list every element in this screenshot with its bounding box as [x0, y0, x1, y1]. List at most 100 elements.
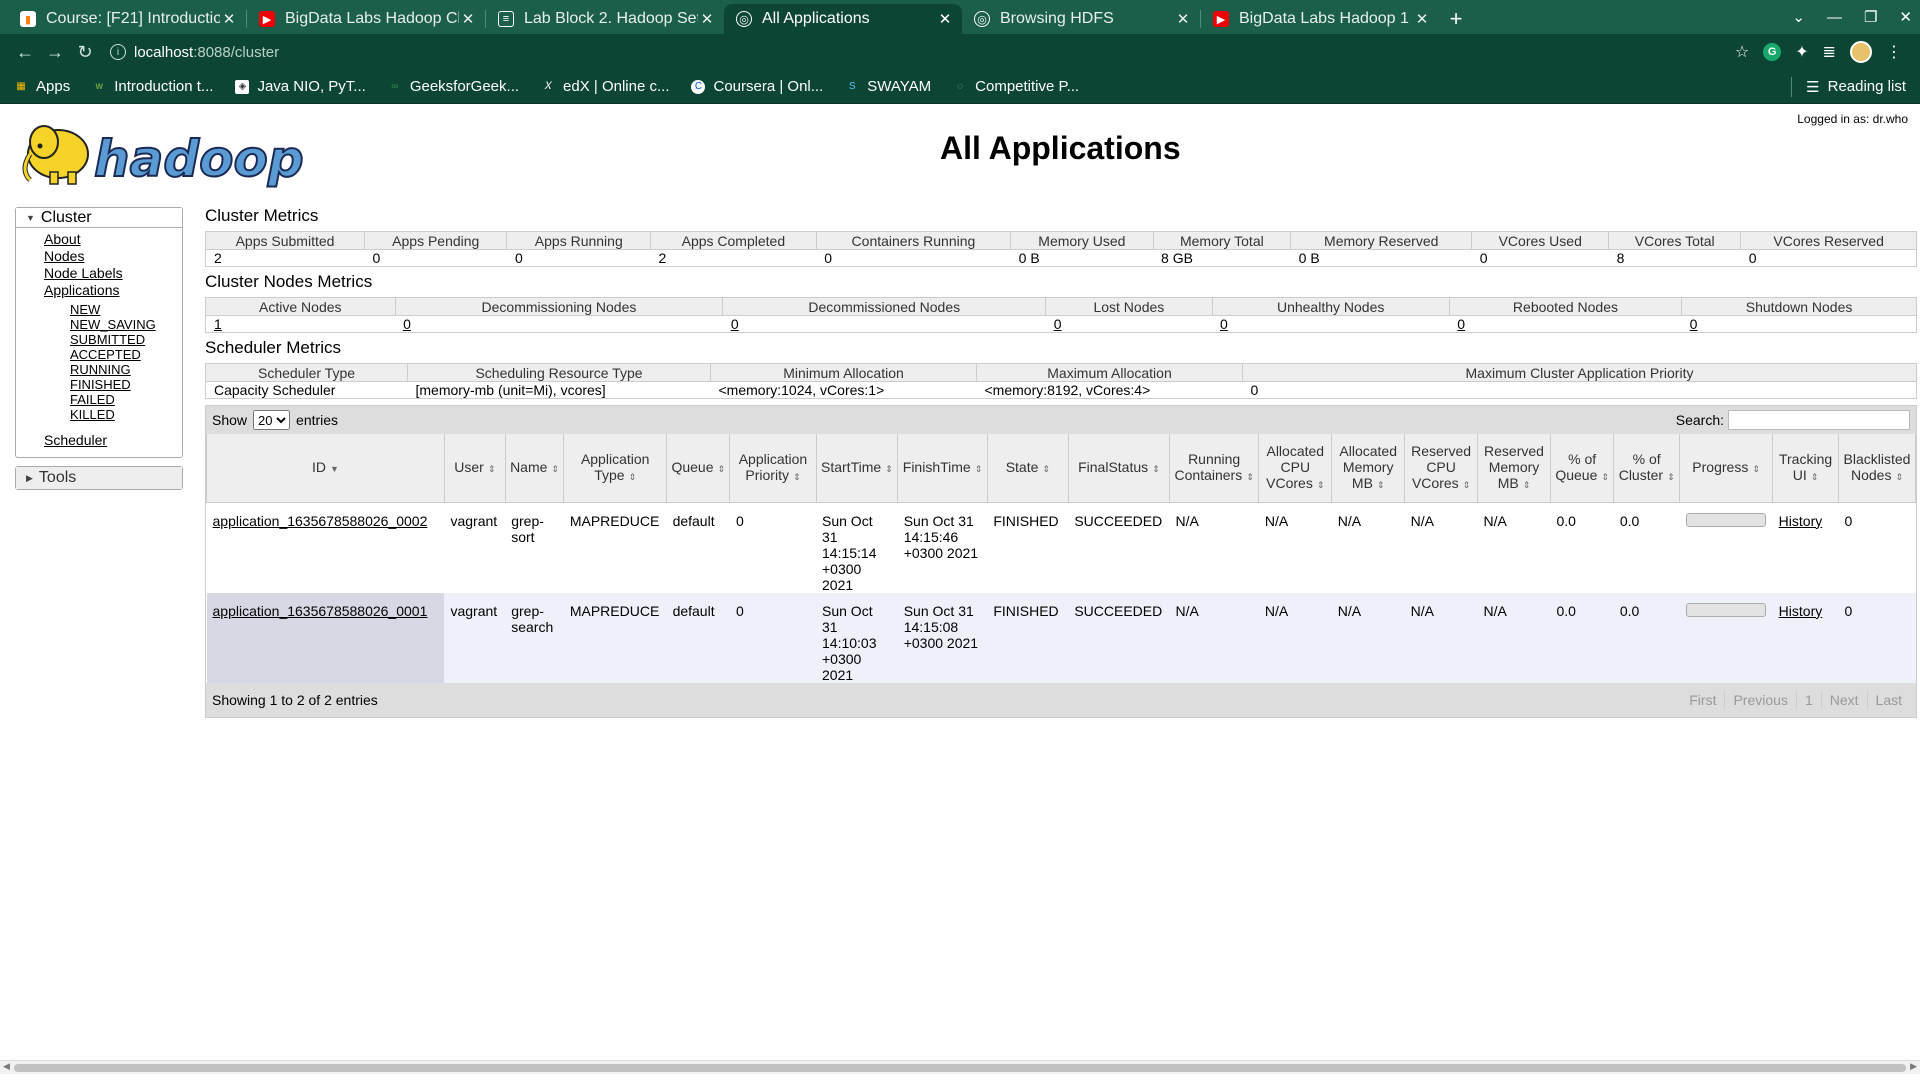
column-header[interactable]: Queue ⇕	[666, 434, 731, 503]
cell-running-containers: N/A	[1169, 592, 1259, 683]
cell-pct-cluster: 0.0	[1613, 592, 1680, 683]
column-header[interactable]: % of Queue ⇕	[1549, 434, 1615, 503]
browser-tab[interactable]: ▶ BigData Labs Hadoop Clu ✕	[247, 4, 485, 34]
pager-page-1[interactable]: 1	[1795, 691, 1821, 708]
metric-link[interactable]: 1	[214, 316, 222, 332]
nav-state-finished[interactable]: FINISHED	[70, 377, 182, 392]
nav-node-labels[interactable]: Node Labels	[44, 265, 182, 282]
scrollbar-thumb[interactable]	[14, 1064, 1906, 1072]
column-header[interactable]: Name ⇕	[504, 434, 565, 503]
column-header[interactable]: State ⇕	[986, 434, 1069, 503]
close-tab-icon[interactable]: ✕	[936, 10, 954, 28]
scroll-right-icon[interactable]: ▶	[1910, 1061, 1917, 1072]
grammarly-icon[interactable]: G	[1763, 43, 1782, 61]
browser-tab[interactable]: ▮ Course: [F21] Introductio ✕	[8, 4, 246, 34]
sort-icon: ⇕	[1810, 471, 1819, 482]
bookmark-apps[interactable]: ▦ Apps	[14, 78, 70, 95]
metric-header: Apps Submitted	[204, 231, 366, 250]
column-header[interactable]: ID ▼	[206, 434, 445, 503]
tab-search-icon[interactable]: ⌄	[1792, 8, 1805, 26]
metric-link[interactable]: 0	[403, 316, 411, 332]
bookmark-item[interactable]: 𝑋edX | Online c...	[541, 78, 669, 95]
browser-tab[interactable]: ▶BigData Labs Hadoop 1 - Y✕	[1201, 4, 1439, 34]
minimize-icon[interactable]: —	[1827, 9, 1842, 26]
browser-tab-active[interactable]: ◎ All Applications ✕	[724, 4, 962, 34]
column-header[interactable]: Allocated CPU VCores ⇕	[1258, 434, 1333, 503]
scroll-left-icon[interactable]: ◀	[3, 1061, 10, 1072]
reading-list-button[interactable]: ☰ Reading list	[1791, 76, 1906, 97]
metric-link[interactable]: 0	[1457, 316, 1465, 332]
search-input[interactable]	[1728, 410, 1910, 430]
application-id-link[interactable]: application_1635678588026_0001	[213, 603, 428, 619]
forward-icon[interactable]: →	[40, 42, 70, 63]
column-header[interactable]: Progress ⇕	[1679, 434, 1774, 503]
application-id-link[interactable]: application_1635678588026_0002	[213, 513, 428, 529]
browser-tab[interactable]: ≡ Lab Block 2. Hadoop Setti ✕	[486, 4, 724, 34]
column-header[interactable]: FinalStatus ⇕	[1067, 434, 1170, 503]
history-link[interactable]: History	[1779, 513, 1823, 529]
column-header[interactable]: StartTime ⇕	[815, 434, 899, 503]
pager-previous[interactable]: Previous	[1724, 691, 1795, 708]
metric-link[interactable]: 0	[1220, 316, 1228, 332]
nav-state-killed[interactable]: KILLED	[70, 407, 182, 422]
metric-link[interactable]: 0	[731, 316, 739, 332]
column-header[interactable]: Allocated Memory MB ⇕	[1331, 434, 1406, 503]
column-header[interactable]: Tracking UI ⇕	[1772, 434, 1839, 503]
close-tab-icon[interactable]: ✕	[698, 10, 716, 28]
close-window-icon[interactable]: ✕	[1899, 8, 1912, 26]
bookmark-item[interactable]: S SWAYAM	[845, 78, 931, 95]
browser-tab[interactable]: ◎ Browsing HDFS ✕	[962, 4, 1200, 34]
bookmark-item[interactable]: C Coursera | Onl...	[691, 78, 823, 95]
nav-state-failed[interactable]: FAILED	[70, 392, 182, 407]
bookmark-item[interactable]: ◌ Competitive P...	[953, 78, 1079, 95]
back-icon[interactable]: ←	[10, 42, 40, 63]
pager-last[interactable]: Last	[1866, 691, 1910, 708]
menu-icon[interactable]: ⋮	[1886, 42, 1902, 62]
column-header[interactable]: User ⇕	[443, 434, 506, 503]
bookmark-item[interactable]: w Introduction t...	[92, 78, 214, 95]
nav-applications[interactable]: Applications	[44, 282, 182, 299]
column-header[interactable]: FinishTime ⇕	[897, 434, 988, 503]
hadoop-logo[interactable]: hadoop	[16, 114, 316, 194]
horizontal-scrollbar[interactable]: ◀ ▶	[0, 1060, 1920, 1074]
restore-icon[interactable]: ❐	[1864, 8, 1877, 26]
column-header[interactable]: Reserved Memory MB ⇕	[1477, 434, 1551, 503]
nav-state-new[interactable]: NEW	[70, 302, 182, 317]
pager-next[interactable]: Next	[1820, 691, 1867, 708]
bookmark-item[interactable]: ∞ GeeksforGeek...	[388, 78, 519, 95]
cluster-nav-header[interactable]: ▼ Cluster	[16, 208, 182, 228]
nav-about[interactable]: About	[44, 231, 182, 248]
metric-link[interactable]: 0	[1054, 316, 1062, 332]
reload-icon[interactable]: ↻	[70, 42, 100, 63]
nav-state-accepted[interactable]: ACCEPTED	[70, 347, 182, 362]
column-header[interactable]: Application Priority ⇕	[729, 434, 817, 503]
bookmark-star-icon[interactable]: ☆	[1735, 42, 1749, 62]
profile-avatar[interactable]	[1850, 41, 1872, 63]
url-field[interactable]: i localhost:8088/cluster	[110, 38, 1735, 66]
nav-scheduler[interactable]: Scheduler	[44, 432, 182, 449]
entries-per-page-select[interactable]: 20	[253, 410, 291, 430]
tools-nav-header[interactable]: ▶ Tools	[16, 467, 182, 489]
metric-link[interactable]: 0	[1690, 316, 1698, 332]
nav-state-running[interactable]: RUNNING	[70, 362, 182, 377]
pager-first[interactable]: First	[1681, 692, 1724, 708]
new-tab-button[interactable]: +	[1439, 4, 1473, 34]
column-header[interactable]: Blacklisted Nodes ⇕	[1837, 434, 1917, 503]
column-header[interactable]: % of Cluster ⇕	[1613, 434, 1681, 503]
history-link[interactable]: History	[1779, 603, 1823, 619]
column-header[interactable]: Application Type ⇕	[563, 434, 668, 503]
site-info-icon[interactable]: i	[110, 44, 126, 60]
extensions-icon[interactable]: ✦	[1795, 42, 1808, 62]
media-icon[interactable]: ≣	[1823, 42, 1836, 62]
column-header[interactable]: Running Containers ⇕	[1168, 434, 1260, 503]
nav-nodes[interactable]: Nodes	[44, 248, 182, 265]
close-tab-icon[interactable]: ✕	[1174, 10, 1192, 28]
close-tab-icon[interactable]: ✕	[220, 10, 238, 28]
nav-state-new-saving[interactable]: NEW_SAVING	[70, 317, 182, 332]
column-header[interactable]: Reserved CPU VCores ⇕	[1404, 434, 1479, 503]
svg-text:hadoop: hadoop	[94, 130, 304, 188]
close-tab-icon[interactable]: ✕	[1413, 10, 1431, 28]
nav-state-submitted[interactable]: SUBMITTED	[70, 332, 182, 347]
close-tab-icon[interactable]: ✕	[459, 10, 477, 28]
bookmark-item[interactable]: ◈ Java NIO, PyT...	[235, 78, 366, 95]
